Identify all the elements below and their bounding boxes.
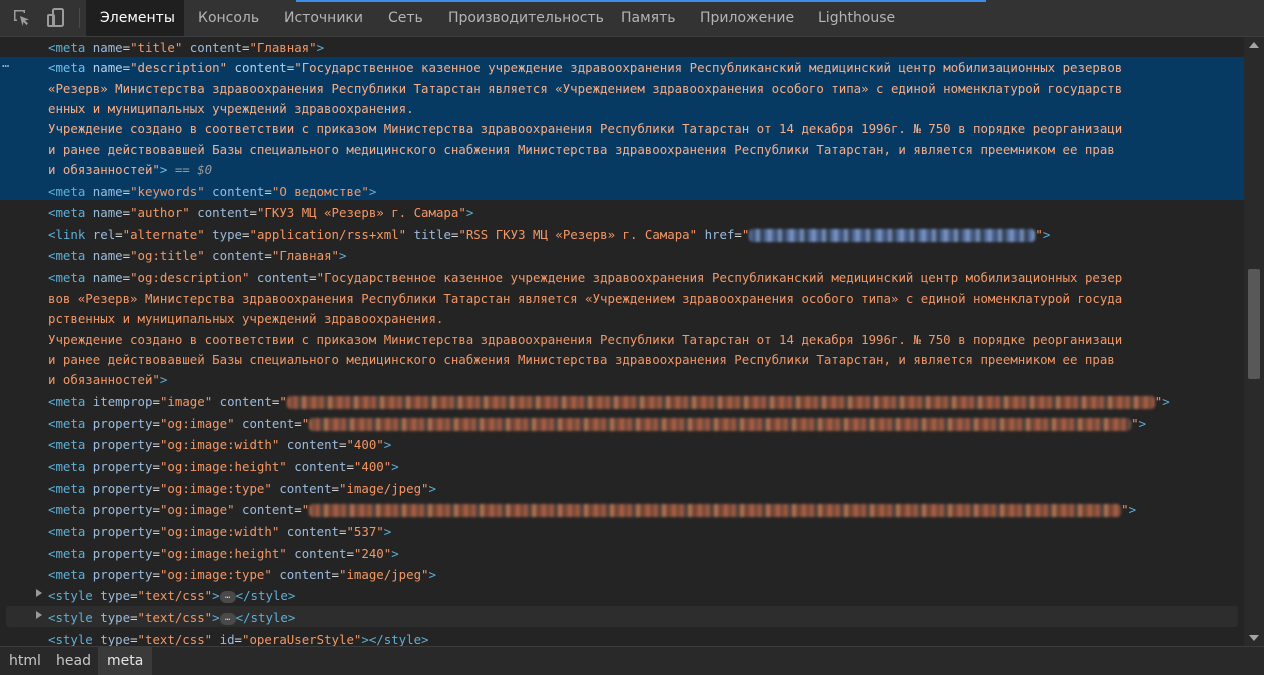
tree-node-meta-og-description-wrap: вов «Резерв» Министерства здравоохранени… xyxy=(48,291,1123,306)
breadcrumb-meta[interactable]: meta xyxy=(98,647,153,675)
toolbar-separator xyxy=(79,8,80,28)
tree-node-meta-title[interactable]: <meta name="title" content="Главная"> xyxy=(48,37,324,58)
tree-node-meta-author[interactable]: <meta name="author" content="ГКУЗ МЦ «Ре… xyxy=(48,202,473,223)
tree-node-meta-keywords[interactable]: <meta name="keywords" content="О ведомст… xyxy=(48,181,376,202)
elements-tree[interactable]: … <meta name="title" content="Главная"> … xyxy=(0,37,1244,646)
tree-node-style[interactable]: <style type="text/css">… </style> xyxy=(48,585,295,606)
tree-node-meta-og-title[interactable]: <meta name="og:title" content="Главная"> xyxy=(48,245,346,266)
breadcrumb-html[interactable]: html xyxy=(0,647,50,675)
tab-console[interactable]: Консоль xyxy=(184,0,270,36)
tree-node-meta-og-description-wrap: и обязанностей"> xyxy=(48,372,168,387)
tab-application[interactable]: Приложение xyxy=(686,0,804,36)
device-toolbar-icon[interactable] xyxy=(44,6,68,30)
tree-node-meta-og-image-width[interactable]: <meta property="og:image:width" content=… xyxy=(48,521,391,542)
expand-triangle-icon[interactable] xyxy=(36,611,42,619)
collapsed-content-button[interactable]: … xyxy=(219,590,236,603)
breadcrumb: html head meta xyxy=(0,646,1264,675)
redacted-url[interactable] xyxy=(749,229,1036,242)
tab-sources[interactable]: Источники xyxy=(270,0,374,36)
node-actions-button[interactable]: … xyxy=(2,56,9,70)
scroll-down-icon[interactable] xyxy=(1249,635,1259,641)
tree-node-meta-og-image[interactable]: <meta property="og:image" content=" "> xyxy=(48,413,1146,434)
devtools-toolbar: Элементы Консоль Источники Сеть Производ… xyxy=(0,0,1264,37)
tab-lighthouse[interactable]: Lighthouse xyxy=(804,0,906,36)
inspect-element-icon[interactable] xyxy=(10,6,34,30)
tree-node-style-opera[interactable]: <style type="text/css" id="operaUserStyl… xyxy=(48,629,429,646)
tree-node-style[interactable]: <style type="text/css">… </style> xyxy=(48,607,295,628)
tree-node-meta-og-image-type[interactable]: <meta property="og:image:type" content="… xyxy=(48,478,436,499)
tree-node-meta-description-wrap: енных и муниципальных учреждений здравоо… xyxy=(48,101,414,116)
tree-node-meta-description-wrap: «Резерв» Министерства здравоохранения Ре… xyxy=(48,81,1123,96)
tree-node-meta-og-description-wrap: рственных и муниципальных учреждений здр… xyxy=(48,311,444,326)
scroll-up-icon[interactable] xyxy=(1249,42,1259,48)
tree-node-meta-og-image-type[interactable]: <meta property="og:image:type" content="… xyxy=(48,564,436,585)
expand-triangle-icon[interactable] xyxy=(36,589,42,597)
selected-node-marker: == $0 xyxy=(167,162,213,177)
tab-memory[interactable]: Память xyxy=(607,0,686,36)
tree-node-meta-og-image-width[interactable]: <meta property="og:image:width" content=… xyxy=(48,434,391,455)
scrollbar-thumb[interactable] xyxy=(1248,269,1260,379)
tree-node-meta-description[interactable]: <meta name="description" content="Госуда… xyxy=(48,57,1122,78)
tab-performance[interactable]: Производительность xyxy=(434,0,607,36)
redacted-url[interactable] xyxy=(309,418,1132,431)
tree-node-meta-itemprop-image[interactable]: <meta itemprop="image" content=" "> xyxy=(48,391,1170,412)
tree-node-meta-og-description-wrap: и ранее действовавшей Базы специального … xyxy=(48,352,1115,367)
tree-node-meta-og-image-height[interactable]: <meta property="og:image:height" content… xyxy=(48,456,399,477)
breadcrumb-head[interactable]: head xyxy=(47,647,100,675)
tree-node-meta-og-description-wrap: Учреждение создано в соответствии с прик… xyxy=(48,332,1123,347)
tree-node-meta-description-wrap: и ранее действовавшей Базы специального … xyxy=(48,142,1115,157)
tab-network[interactable]: Сеть xyxy=(374,0,434,36)
tree-node-meta-og-description[interactable]: <meta name="og:description" content="Гос… xyxy=(48,267,1122,288)
collapsed-content-button[interactable]: … xyxy=(219,612,236,625)
tree-node-link-alternate[interactable]: <link rel="alternate" type="application/… xyxy=(48,224,1050,245)
vertical-scrollbar[interactable] xyxy=(1244,37,1264,646)
tab-elements[interactable]: Элементы xyxy=(86,0,184,36)
redacted-url[interactable] xyxy=(309,504,1122,517)
tree-node-meta-og-image-height[interactable]: <meta property="og:image:height" content… xyxy=(48,543,399,564)
tree-node-meta-description-wrap: и обязанностей"> == $0 xyxy=(48,162,213,177)
tree-node-meta-description-wrap: Учреждение создано в соответствии с прик… xyxy=(48,121,1123,136)
redacted-url[interactable] xyxy=(286,396,1155,409)
tree-node-meta-og-image[interactable]: <meta property="og:image" content=" "> xyxy=(48,499,1136,520)
